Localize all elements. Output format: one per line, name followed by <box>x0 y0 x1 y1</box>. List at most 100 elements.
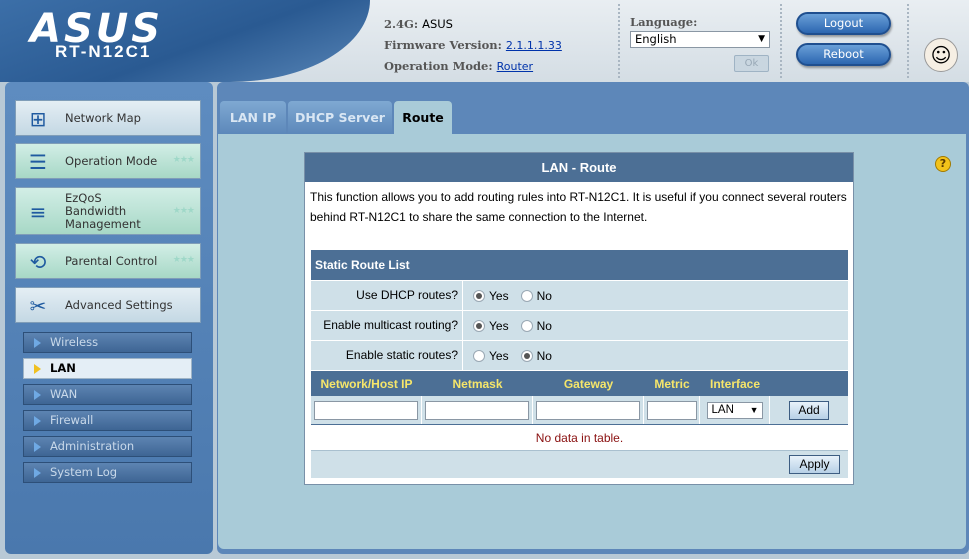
sidebar-subitem-label: Wireless <box>50 335 99 349</box>
firmware-label: Firmware Version: <box>384 38 502 52</box>
sidebar-item-label: Network Map <box>65 110 141 125</box>
router-icon: ☰ <box>29 150 47 174</box>
route-panel: LAN - Route This function allows you to … <box>304 152 854 485</box>
firmware-link[interactable]: 2.1.1.1.33 <box>506 39 562 52</box>
field-enable-static-routes: Enable static routes? Yes No <box>311 340 848 370</box>
opmode-link[interactable]: Router <box>497 60 533 73</box>
column-header-metric: Metric <box>654 377 690 391</box>
stars-icon: ★★★ <box>172 206 195 216</box>
sidebar-subitem-label: WAN <box>50 387 78 401</box>
apply-row: Apply <box>311 450 848 478</box>
sidebar-item-label: EzQoS Bandwidth Management <box>65 190 141 231</box>
tab-route[interactable]: Route <box>394 101 452 134</box>
sidebar-item-label: Advanced Settings <box>65 297 173 312</box>
route-input-row: LAN ▼ Add <box>311 396 848 424</box>
sidebar-subitem-firewall[interactable]: Firewall <box>23 410 192 431</box>
add-route-button[interactable]: Add <box>789 400 829 420</box>
chevron-down-icon: ▼ <box>749 404 759 415</box>
divider <box>618 4 620 78</box>
interface-value: LAN <box>711 403 734 416</box>
triangle-right-icon <box>34 442 41 452</box>
static-route-list-title: Static Route List <box>311 250 848 280</box>
language-select[interactable]: English ▼ <box>630 31 770 48</box>
sidebar-item-label: Operation Mode <box>65 153 158 168</box>
opmode-label: Operation Mode: <box>384 59 493 73</box>
divider <box>907 4 909 78</box>
radio-label: Yes <box>489 348 509 363</box>
router-info: 2.4G: ASUS Firmware Version: 2.1.1.1.33 … <box>384 14 562 77</box>
route-column-headers: Network/Host IP Netmask Gateway Metric I… <box>311 370 848 396</box>
qos-icon: ≡ <box>29 200 47 224</box>
panel-description: This function allows you to add routing … <box>310 190 847 224</box>
sidebar-item-parental-control[interactable]: ⟲ Parental Control ★★★ <box>15 243 201 279</box>
stars-icon: ★★★ <box>172 255 195 265</box>
divider <box>780 4 782 78</box>
radio-label: No <box>536 348 552 363</box>
sidebar-subitem-label: Firewall <box>50 413 94 427</box>
triangle-right-icon <box>34 364 41 374</box>
mascot-icon: ☺ <box>924 38 958 72</box>
stars-icon: ★★★ <box>172 155 195 165</box>
logout-button[interactable]: Logout <box>796 12 891 35</box>
radio-label: Yes <box>489 318 509 333</box>
sidebar-subitem-administration[interactable]: Administration <box>23 436 192 457</box>
column-header-network-host-ip: Network/Host IP <box>320 377 413 391</box>
column-header-interface: Interface <box>709 377 761 391</box>
sidebar-item-label: Parental Control <box>65 253 158 268</box>
sidebar-subitem-label: LAN <box>50 361 76 375</box>
field-label: Enable multicast routing? <box>311 311 463 340</box>
triangle-right-icon <box>34 390 41 400</box>
radio-label: No <box>536 288 552 303</box>
band-value: ASUS <box>422 17 453 31</box>
field-label: Enable static routes? <box>311 341 463 370</box>
reboot-button[interactable]: Reboot <box>796 43 891 66</box>
sidebar-subitem-wan[interactable]: WAN <box>23 384 192 405</box>
tab-dhcp-server[interactable]: DHCP Server <box>288 101 392 134</box>
interface-select[interactable]: LAN ▼ <box>706 401 763 419</box>
column-header-blank <box>770 371 848 396</box>
netmask-input[interactable] <box>425 400 529 420</box>
radio-no[interactable] <box>520 289 533 302</box>
field-use-dhcp-routes: Use DHCP routes? Yes No <box>311 280 848 310</box>
metric-input[interactable] <box>646 400 697 420</box>
chevron-down-icon: ▼ <box>758 34 765 44</box>
tab-lan-ip[interactable]: LAN IP <box>220 101 286 134</box>
radio-no[interactable] <box>520 349 533 362</box>
sidebar-subitem-wireless[interactable]: Wireless <box>23 332 192 353</box>
radio-label: No <box>536 318 552 333</box>
sidebar-item-advanced-settings[interactable]: ✂ Advanced Settings <box>15 287 201 323</box>
help-icon[interactable]: ? <box>935 156 951 172</box>
parental-control-icon: ⟲ <box>29 250 47 274</box>
radio-yes[interactable] <box>473 319 485 332</box>
band-label: 2.4G: <box>384 17 419 31</box>
sidebar-subitem-lan[interactable]: LAN <box>23 358 192 379</box>
sidebar-subitem-label: Administration <box>50 439 135 453</box>
triangle-right-icon <box>34 416 41 426</box>
apply-button[interactable]: Apply <box>789 455 840 474</box>
language-ok-button[interactable]: Ok <box>734 55 769 72</box>
radio-no[interactable] <box>520 319 533 332</box>
sidebar-item-operation-mode[interactable]: ☰ Operation Mode ★★★ <box>15 143 201 179</box>
radio-label: Yes <box>489 288 509 303</box>
field-enable-multicast-routing: Enable multicast routing? Yes No <box>311 310 848 340</box>
empty-table-message: No data in table. <box>311 424 848 450</box>
radio-yes[interactable] <box>473 349 485 362</box>
language-label: Language: <box>630 15 698 29</box>
sidebar-subitem-label: System Log <box>50 465 118 479</box>
field-label: Use DHCP routes? <box>311 281 463 310</box>
column-header-netmask: Netmask <box>452 377 503 391</box>
triangle-right-icon <box>34 468 41 478</box>
gateway-input[interactable] <box>536 400 640 420</box>
radio-yes[interactable] <box>473 289 485 302</box>
triangle-right-icon <box>34 338 41 348</box>
network-map-icon: ⊞ <box>29 107 47 131</box>
language-value: English <box>635 32 677 46</box>
network-host-ip-input[interactable] <box>314 400 418 420</box>
sidebar-item-ezqos[interactable]: ≡ EzQoS Bandwidth Management ★★★ <box>15 187 201 235</box>
sidebar-item-network-map[interactable]: ⊞ Network Map <box>15 100 201 136</box>
static-route-table: Static Route List Use DHCP routes? Yes N… <box>311 250 848 478</box>
sidebar-subitem-system-log[interactable]: System Log <box>23 462 192 483</box>
logo-area: ASUS RT-N12C1 <box>0 0 370 82</box>
header: ASUS RT-N12C1 2.4G: ASUS Firmware Versio… <box>0 0 969 82</box>
tools-icon: ✂ <box>29 294 47 318</box>
